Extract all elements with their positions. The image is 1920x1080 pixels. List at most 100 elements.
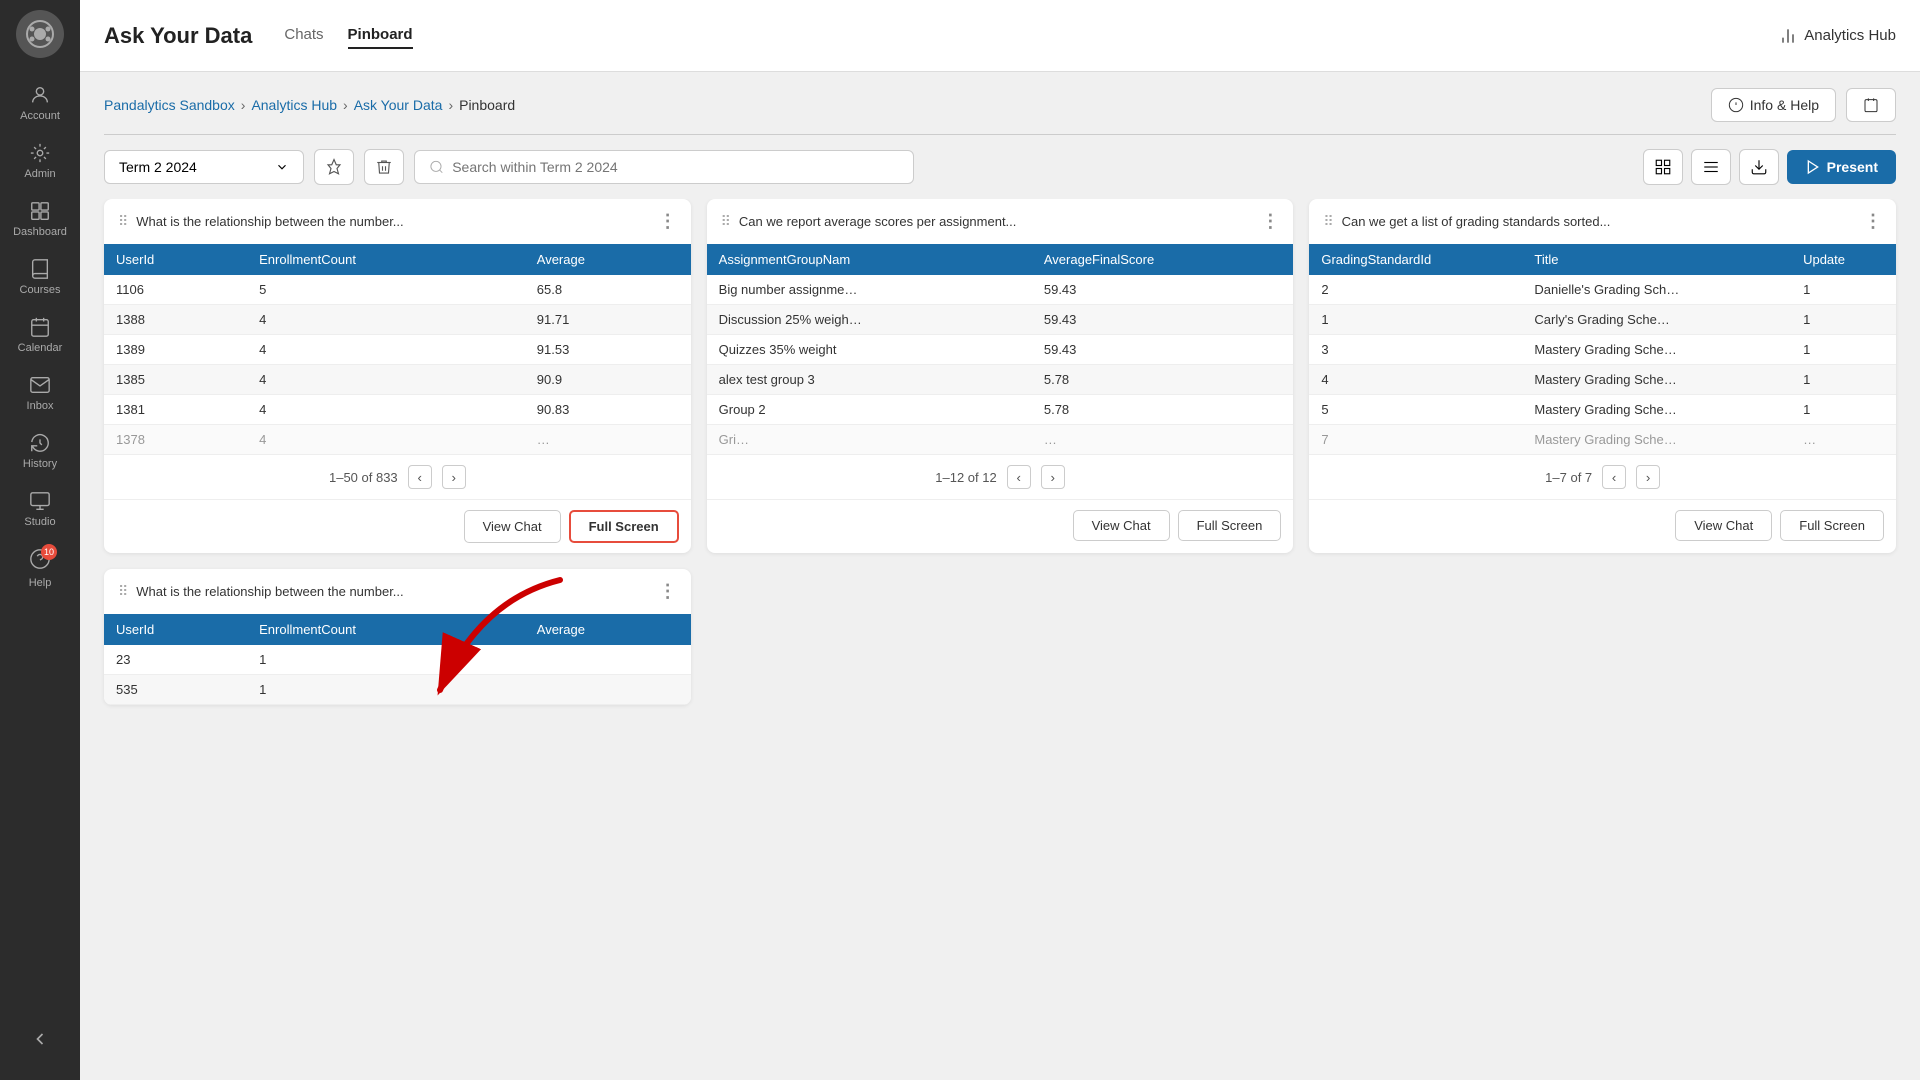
present-btn[interactable]: Present (1787, 150, 1896, 184)
search-box (414, 150, 914, 184)
card-4-col-0: UserId (104, 614, 247, 645)
tab-pinboard[interactable]: Pinboard (348, 22, 413, 49)
delete-icon-btn[interactable] (364, 149, 404, 185)
list-view-btn[interactable] (1691, 149, 1731, 185)
drag-icon-2: ⠿ (721, 213, 731, 230)
app-logo[interactable] (16, 10, 64, 58)
topnav-right: Analytics Hub (1778, 26, 1896, 46)
cards-area: ⠿ What is the relationship between the n… (80, 199, 1920, 1080)
tab-chats[interactable]: Chats (284, 22, 323, 49)
table-row: 4Mastery Grading Sche…1 (1309, 365, 1896, 395)
sidebar-item-courses[interactable]: Courses (0, 248, 80, 306)
page-prev-2[interactable]: ‹ (1007, 465, 1031, 489)
present-label: Present (1827, 159, 1878, 175)
main-content: Ask Your Data Chats Pinboard Analytics H… (80, 0, 1920, 1080)
table-row: 1388491.71 (104, 305, 691, 335)
card-3-menu[interactable]: ⋮ (1864, 211, 1882, 232)
card-3-title: Can we get a list of grading standards s… (1342, 214, 1856, 229)
card-1-col-2: Average (525, 244, 691, 275)
term-selector-value: Term 2 2024 (119, 159, 197, 175)
table-row: Discussion 25% weigh…59.43 (707, 305, 1294, 335)
table-row: Gri…… (707, 425, 1294, 455)
card-1-menu[interactable]: ⋮ (659, 211, 677, 232)
full-screen-btn-1[interactable]: Full Screen (569, 510, 679, 543)
card-4: ⠿ What is the relationship between the n… (104, 569, 691, 705)
table-row: 3Mastery Grading Sche…1 (1309, 335, 1896, 365)
drag-icon-4: ⠿ (118, 583, 128, 600)
table-row: 2Danielle's Grading Sch…1 (1309, 275, 1896, 305)
card-2-title: Can we report average scores per assignm… (739, 214, 1253, 229)
table-row: Big number assignme…59.43 (707, 275, 1294, 305)
card-2-header: ⠿ Can we report average scores per assig… (707, 199, 1294, 244)
pin-icon-btn[interactable] (314, 149, 354, 185)
app-title: Ask Your Data (104, 23, 252, 49)
table-row: 13784… (104, 425, 691, 455)
sidebar-collapse-btn[interactable] (14, 1013, 66, 1070)
info-help-btn[interactable]: Info & Help (1711, 88, 1836, 122)
drag-icon-1: ⠿ (118, 213, 128, 230)
breadcrumb-bar: Pandalytics Sandbox › Analytics Hub › As… (80, 72, 1920, 122)
card-4-header: ⠿ What is the relationship between the n… (104, 569, 691, 614)
page-next-2[interactable]: › (1041, 465, 1065, 489)
card-4-title: What is the relationship between the num… (136, 584, 650, 599)
card-4-col-1: EnrollmentCount (247, 614, 525, 645)
table-row: 7Mastery Grading Sche…… (1309, 425, 1896, 455)
search-icon (429, 159, 444, 175)
sidebar-item-inbox[interactable]: Inbox (0, 364, 80, 422)
card-4-table: UserId EnrollmentCount Average 231 5351 (104, 614, 691, 705)
toolbar: Term 2 2024 (80, 135, 1920, 199)
search-input[interactable] (452, 159, 899, 175)
full-screen-btn-2[interactable]: Full Screen (1178, 510, 1282, 541)
grid-view-btn[interactable] (1643, 149, 1683, 185)
card-1-title: What is the relationship between the num… (136, 214, 650, 229)
view-chat-btn-3[interactable]: View Chat (1675, 510, 1772, 541)
table-row: 1381490.83 (104, 395, 691, 425)
page-next-3[interactable]: › (1636, 465, 1660, 489)
top-nav: Ask Your Data Chats Pinboard Analytics H… (80, 0, 1920, 72)
drag-icon-3: ⠿ (1323, 213, 1333, 230)
info-help-label: Info & Help (1750, 97, 1819, 113)
sidebar-item-help[interactable]: 10 Help (0, 538, 80, 599)
page-prev-1[interactable]: ‹ (408, 465, 432, 489)
sidebar-item-admin[interactable]: Admin (0, 132, 80, 190)
card-1-footer: View Chat Full Screen (104, 499, 691, 553)
page-next-1[interactable]: › (442, 465, 466, 489)
card-2-pagination: 1–12 of 12 ‹ › (707, 455, 1294, 499)
help-badge: 10 (41, 544, 57, 560)
breadcrumb-item-1[interactable]: Analytics Hub (251, 97, 337, 113)
breadcrumb-item-0[interactable]: Pandalytics Sandbox (104, 97, 235, 113)
sidebar-item-history[interactable]: History (0, 422, 80, 480)
card-2-footer: View Chat Full Screen (707, 499, 1294, 551)
card-1: ⠿ What is the relationship between the n… (104, 199, 691, 553)
page-prev-3[interactable]: ‹ (1602, 465, 1626, 489)
table-row: 231 (104, 645, 691, 675)
table-row: 5Mastery Grading Sche…1 (1309, 395, 1896, 425)
sidebar-item-account[interactable]: Account (0, 74, 80, 132)
breadcrumb-item-2[interactable]: Ask Your Data (354, 97, 443, 113)
cards-grid: ⠿ What is the relationship between the n… (104, 199, 1896, 705)
card-3-col-2: Update (1791, 244, 1896, 275)
sidebar-item-studio[interactable]: Studio (0, 480, 80, 538)
card-3-col-0: GradingStandardId (1309, 244, 1522, 275)
card-1-col-0: UserId (104, 244, 247, 275)
card-2-menu[interactable]: ⋮ (1261, 211, 1279, 232)
card-3: ⠿ Can we get a list of grading standards… (1309, 199, 1896, 553)
term-selector[interactable]: Term 2 2024 (104, 150, 304, 184)
table-row: 1389491.53 (104, 335, 691, 365)
card-1-pagination: 1–50 of 833 ‹ › (104, 455, 691, 499)
card-2-col-1: AverageFinalScore (1032, 244, 1293, 275)
view-chat-btn-1[interactable]: View Chat (464, 510, 561, 543)
sidebar-item-calendar[interactable]: Calendar (0, 306, 80, 364)
table-row: 1385490.9 (104, 365, 691, 395)
sidebar-item-dashboard[interactable]: Dashboard (0, 190, 80, 248)
analytics-hub-btn[interactable]: Analytics Hub (1778, 26, 1896, 46)
card-4-col-2: Average (525, 614, 691, 645)
view-chat-btn-2[interactable]: View Chat (1073, 510, 1170, 541)
full-screen-btn-3[interactable]: Full Screen (1780, 510, 1884, 541)
table-row: Group 25.78 (707, 395, 1294, 425)
download-btn[interactable] (1739, 149, 1779, 185)
calendar-icon-btn[interactable] (1846, 88, 1896, 122)
sidebar: Account Admin Dashboard Courses Calendar (0, 0, 80, 1080)
card-3-pagination: 1–7 of 7 ‹ › (1309, 455, 1896, 499)
card-4-menu[interactable]: ⋮ (659, 581, 677, 602)
